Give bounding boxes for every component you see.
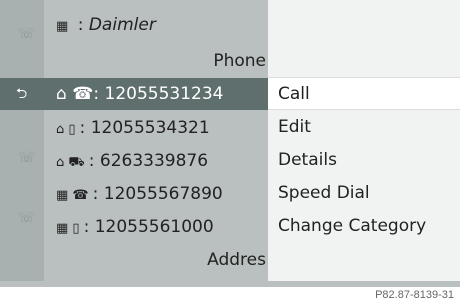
menu-item-change-category[interactable]: Change Category [268,210,460,243]
phone-number: 12055531234 [104,84,224,104]
menu-item-call[interactable]: Call [268,77,460,110]
phone-number: 12055567890 [103,184,223,204]
phone-number: 6263339876 [99,151,209,171]
options-menu: Call Edit Details Speed Dial Change Cate… [268,0,460,287]
car-phone-icon: ⌂ ⛟ [56,155,85,170]
mobile-icon: ▦ ▯ [56,221,80,236]
menu-item-details[interactable]: Details [268,144,460,177]
phone-section-header: Phone [213,51,266,71]
number-row[interactable]: ▦ ▯: 12055561000 [0,210,272,244]
number-row[interactable]: ⌂ ⛟: 6263339876 [0,144,272,178]
menu-item-edit[interactable]: Edit [268,111,460,144]
comand-screen: ☏ ☏ ☏ ▦ : Daimler Phone ⮌ ⌂ ☎: 120555312… [0,0,460,287]
phone-number: 12055561000 [94,217,214,237]
back-arrow-icon[interactable]: ⮌ [16,87,27,101]
number-row-selected[interactable]: ⮌ ⌂ ☎: 12055531234 [0,78,268,110]
mobile-icon: ⌂ ▯ [56,122,76,137]
contact-name-row: ▦ : Daimler [56,15,156,35]
contact-name: Daimler [88,15,156,35]
number-row[interactable]: ▦ ☎: 12055567890 [0,177,272,211]
figure-code: P82.87-8139-31 [375,289,454,301]
number-row[interactable]: ⌂ ▯: 12055534321 [0,111,272,145]
bottom-bar [0,281,460,287]
home-icon: ⌂ ☎ [56,84,94,104]
phone-number: 12055534321 [90,118,210,138]
phone-icon: ▦ ☎ [56,188,89,203]
business-icon: ▦ [56,19,69,34]
menu-item-speed-dial[interactable]: Speed Dial [268,177,460,210]
address-section-header: Addres [207,250,266,270]
